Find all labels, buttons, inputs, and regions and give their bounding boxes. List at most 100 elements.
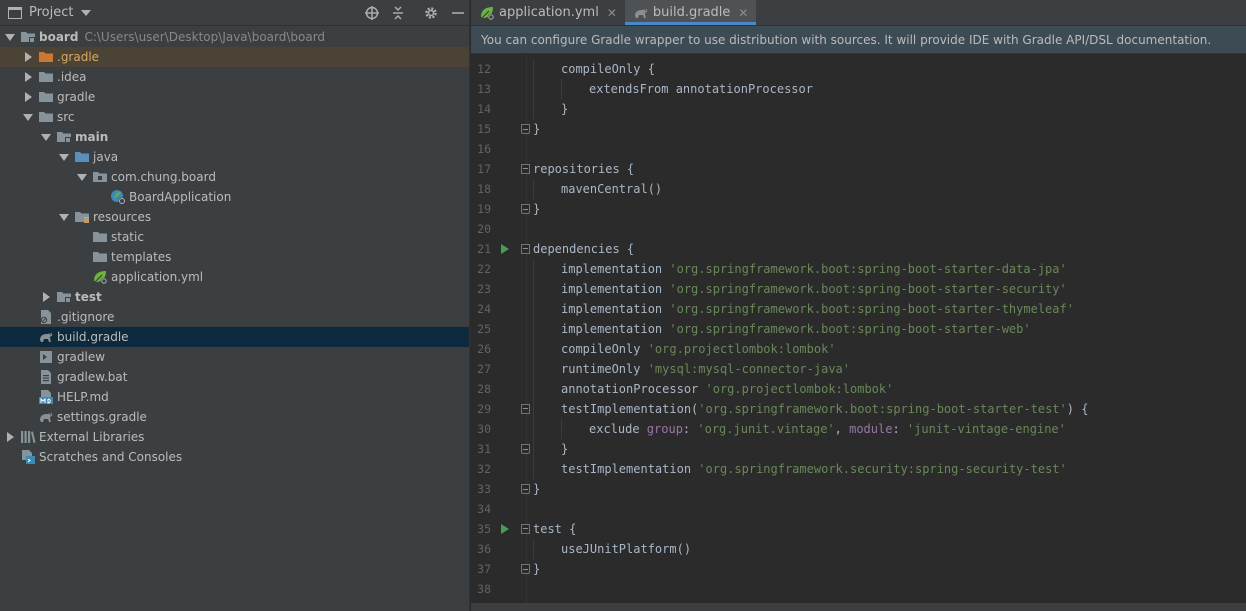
tree-item[interactable]: gradlew.bat <box>0 367 469 387</box>
editor-tab[interactable]: application.yml ✕ <box>471 0 625 25</box>
tree-item[interactable]: build.gradle <box>0 327 469 347</box>
code-token: ) { <box>1066 402 1089 416</box>
string-literal: 'junit-vintage-engine' <box>906 422 1066 436</box>
chevron-right-icon[interactable] <box>4 431 16 443</box>
code-text: } <box>533 562 540 576</box>
tree-item[interactable]: templates <box>0 247 469 267</box>
tree-item[interactable]: .idea <box>0 67 469 87</box>
editor-tabs: application.yml ✕ build.gradle ✕ <box>471 0 1246 26</box>
scratches-icon <box>20 449 36 465</box>
yml-leaf-icon <box>92 269 108 285</box>
code-line: 21 dependencies { <box>471 239 1246 259</box>
tree-item[interactable]: gradle <box>0 87 469 107</box>
tree-item[interactable]: board C:\Users\user\Desktop\Java\board\bo… <box>0 27 469 47</box>
tree-item[interactable]: .gitignore <box>0 307 469 327</box>
fold-marker-icon[interactable] <box>521 244 530 254</box>
gradle-wrapper-notification: You can configure Gradle wrapper to use … <box>471 26 1246 54</box>
line-number: 24 <box>477 302 491 316</box>
chevron-right-icon[interactable] <box>40 291 52 303</box>
string-literal: 'mysql:mysql-connector-java' <box>647 362 850 376</box>
editor-tab[interactable]: build.gradle ✕ <box>624 0 757 25</box>
fold-marker-icon[interactable] <box>521 564 530 574</box>
gradle-elephant-icon <box>38 409 54 425</box>
fold-marker-icon[interactable] <box>521 204 530 214</box>
tree-item[interactable]: BoardApplication <box>0 187 469 207</box>
orange-folder-icon <box>38 49 54 65</box>
tree-item-label: gradlew <box>57 350 106 364</box>
code-editor[interactable]: 12 compileOnly {13 extendsFrom annotationP… <box>471 55 1246 611</box>
tree-item[interactable]: Scratches and Consoles <box>0 447 469 467</box>
code-text: test { <box>533 522 576 536</box>
code-line: 38 <box>471 579 1246 599</box>
tree-item[interactable]: com.chung.board <box>0 167 469 187</box>
project-tool-window: Project board C:\Users\user\Desktop\Java\… <box>0 0 470 611</box>
code-text: annotationProcessor 'org.projectlombok:l… <box>561 382 893 396</box>
code-token: compileOnly <box>561 342 648 356</box>
folder-icon <box>38 89 54 105</box>
chevron-down-icon[interactable] <box>4 31 16 43</box>
fold-marker-icon[interactable] <box>521 404 530 414</box>
code-text: implementation 'org.springframework.boot… <box>561 262 1067 276</box>
markdown-file-icon <box>38 389 54 405</box>
chevron-down-icon[interactable] <box>22 111 34 123</box>
tree-item-label: gradlew.bat <box>57 370 128 384</box>
module-folder-icon <box>56 129 72 145</box>
line-number: 20 <box>477 222 491 236</box>
code-token: testImplementation <box>561 462 699 476</box>
tree-item[interactable]: HELP.md <box>0 387 469 407</box>
project-view-selector[interactable]: Project <box>29 5 73 20</box>
code-line: 18 mavenCentral() <box>471 179 1246 199</box>
project-header: Project <box>0 0 469 26</box>
chevron-right-icon[interactable] <box>22 51 34 63</box>
locate-icon[interactable] <box>364 5 380 21</box>
chevron-down-icon[interactable] <box>58 211 70 223</box>
code-text: dependencies { <box>533 242 634 256</box>
code-line: 19} <box>471 199 1246 219</box>
chevron-down-icon[interactable] <box>76 171 88 183</box>
tree-item[interactable]: .gradle <box>0 47 469 67</box>
code-line: 25 implementation 'org.springframework.bo… <box>471 319 1246 339</box>
tree-item[interactable]: java <box>0 147 469 167</box>
tree-item[interactable]: gradlew <box>0 347 469 367</box>
horizontal-scrollbar[interactable] <box>471 603 1246 611</box>
collapse-all-icon[interactable] <box>390 5 406 21</box>
tree-item[interactable]: resources <box>0 207 469 227</box>
tree-item[interactable]: test <box>0 287 469 307</box>
code-text: } <box>533 482 540 496</box>
chevron-down-icon[interactable] <box>58 151 70 163</box>
code-text: implementation 'org.springframework.boot… <box>561 282 1067 296</box>
run-gutter-icon[interactable] <box>501 244 509 254</box>
code-text: repositories { <box>533 162 634 176</box>
fold-marker-icon[interactable] <box>521 164 530 174</box>
indent-guide <box>561 419 562 439</box>
code-line: 20 <box>471 219 1246 239</box>
indent-guide <box>533 399 534 419</box>
chevron-down-icon[interactable] <box>81 9 92 16</box>
tree-item[interactable]: src <box>0 107 469 127</box>
fold-marker-icon[interactable] <box>521 444 530 454</box>
code-text: mavenCentral() <box>561 182 662 196</box>
code-token: mavenCentral() <box>561 182 663 196</box>
close-icon[interactable]: ✕ <box>607 6 617 20</box>
fold-marker-icon[interactable] <box>521 524 530 534</box>
code-text: exclude group: 'org.junit.vintage', modu… <box>589 422 1066 436</box>
tree-item[interactable]: External Libraries <box>0 427 469 447</box>
minimize-icon[interactable] <box>450 5 466 21</box>
fold-marker-icon[interactable] <box>521 484 530 494</box>
run-gutter-icon[interactable] <box>501 524 509 534</box>
gear-icon[interactable] <box>423 5 439 21</box>
chevron-right-icon[interactable] <box>22 71 34 83</box>
tree-item[interactable]: static <box>0 227 469 247</box>
code-line: 24 implementation 'org.springframework.bo… <box>471 299 1246 319</box>
close-icon[interactable]: ✕ <box>738 6 748 20</box>
tree-item[interactable]: settings.gradle <box>0 407 469 427</box>
tree-item[interactable]: main <box>0 127 469 147</box>
chevron-down-icon[interactable] <box>40 131 52 143</box>
code-line: 22 implementation 'org.springframework.bo… <box>471 259 1246 279</box>
indent-guide <box>533 79 534 99</box>
resources-folder-icon <box>74 209 90 225</box>
fold-marker-icon[interactable] <box>521 124 530 134</box>
tree-item[interactable]: application.yml <box>0 267 469 287</box>
code-text: implementation 'org.springframework.boot… <box>561 302 1074 316</box>
chevron-right-icon[interactable] <box>22 91 34 103</box>
